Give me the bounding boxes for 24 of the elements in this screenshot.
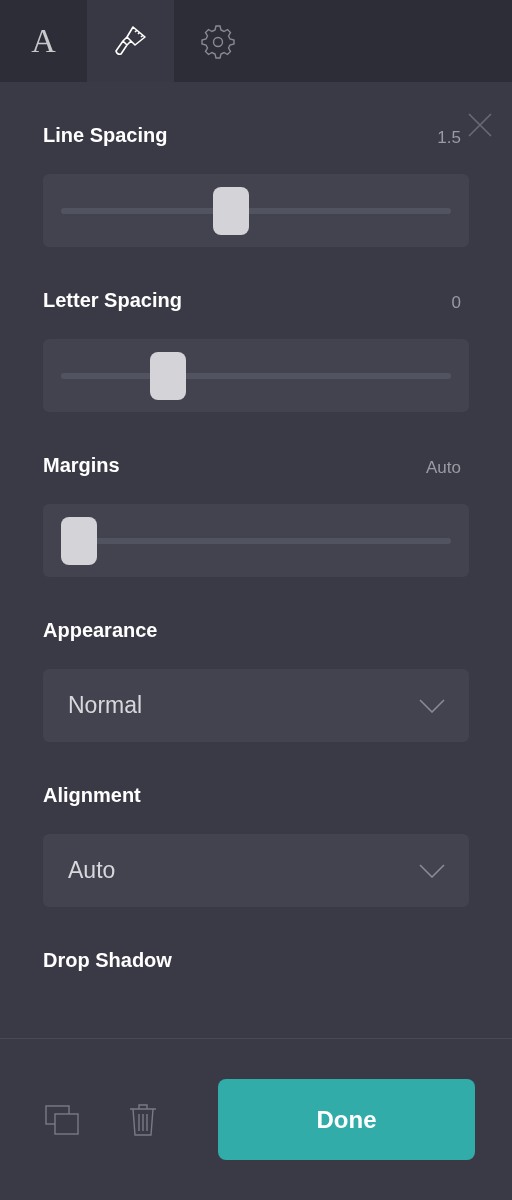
section-label: Line Spacing	[43, 123, 168, 148]
slider-thumb[interactable]	[213, 186, 250, 235]
serif-letter-icon: A	[31, 24, 56, 58]
value-reading: 1.5	[437, 126, 462, 149]
slider-thumb[interactable]	[149, 351, 186, 400]
dropdown[interactable]: Auto	[43, 834, 469, 907]
slider-thumb[interactable]	[61, 516, 97, 565]
value-reading: Auto	[426, 456, 462, 479]
slider[interactable]	[61, 516, 451, 565]
section-label: Drop Shadow	[43, 948, 172, 973]
tab[interactable]	[87, 0, 174, 82]
section-label: Appearance	[43, 618, 158, 643]
settings-icon	[199, 23, 236, 59]
section-label: Margins	[43, 453, 120, 478]
section-label: Letter Spacing	[43, 288, 182, 313]
value-reading: 0	[451, 291, 462, 314]
section-label: Alignment	[43, 783, 141, 808]
chevron-down-icon	[419, 863, 445, 878]
slider[interactable]	[61, 186, 451, 235]
chevron-down-icon	[419, 698, 445, 713]
tab[interactable]: A	[0, 0, 87, 82]
slider[interactable]	[61, 351, 451, 400]
dropdown[interactable]: Normal	[43, 669, 469, 742]
trash-icon[interactable]	[129, 1103, 157, 1136]
